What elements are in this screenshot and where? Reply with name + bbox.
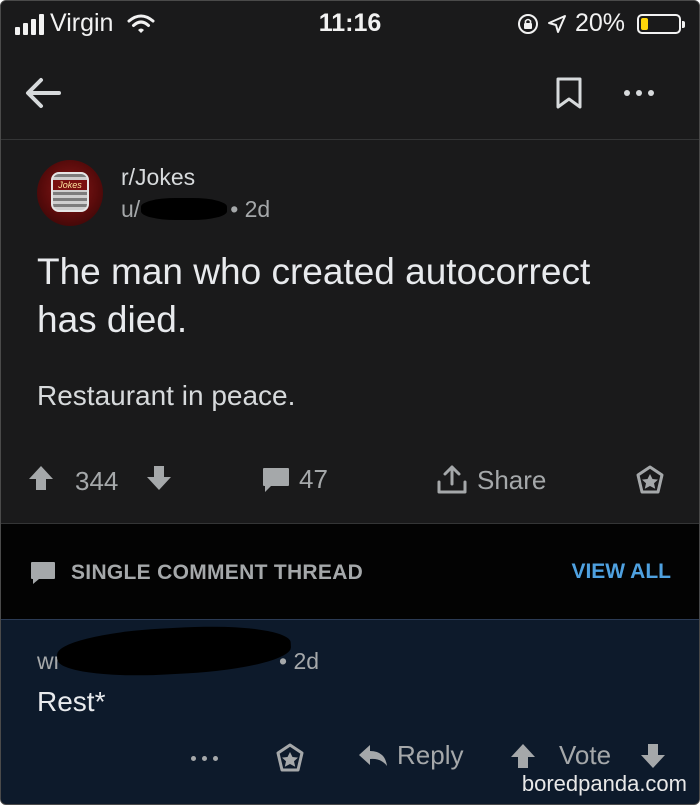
ellipsis-icon bbox=[624, 90, 654, 96]
save-post-button[interactable] bbox=[545, 69, 593, 117]
upvote-arrow-icon bbox=[29, 466, 53, 490]
more-options-button[interactable] bbox=[615, 69, 663, 117]
comment-count: 47 bbox=[299, 464, 328, 494]
reply-button[interactable]: Reply bbox=[357, 740, 463, 771]
watermark: boredpanda.com bbox=[521, 771, 687, 796]
award-icon bbox=[276, 743, 304, 772]
comment: wr • 2d Rest* Reply Vote boredpanda.com bbox=[1, 619, 699, 804]
avatar-label: Jokes bbox=[53, 180, 87, 190]
post-meta: u/ • 2d bbox=[121, 196, 270, 223]
redaction-mark bbox=[55, 621, 293, 681]
downvote-arrow-icon bbox=[641, 744, 665, 768]
downvote-arrow-icon bbox=[147, 466, 171, 490]
comments-button[interactable]: 47 bbox=[261, 464, 328, 495]
reply-label: Reply bbox=[397, 740, 464, 770]
battery-percent: 20% bbox=[574, 9, 625, 37]
award-button[interactable] bbox=[633, 464, 667, 498]
vote-label: Vote bbox=[559, 740, 612, 770]
bookmark-icon bbox=[556, 77, 582, 109]
rotation-lock-icon bbox=[517, 13, 538, 34]
share-label: Share bbox=[477, 464, 547, 495]
redaction-mark bbox=[141, 198, 227, 220]
comment-more-button[interactable] bbox=[191, 756, 218, 761]
app-screen: Virgin 11:16 20% Jokes r/Jokes u/ • 2d T… bbox=[0, 0, 700, 805]
comment-bubble-icon bbox=[263, 467, 289, 492]
award-icon bbox=[636, 465, 664, 494]
comment-award-button[interactable] bbox=[273, 742, 307, 783]
post-title: The man who created autocorrect has died… bbox=[37, 251, 591, 340]
share-icon bbox=[437, 465, 467, 494]
post-body: Restaurant in peace. bbox=[37, 380, 296, 411]
author-link[interactable]: u/ bbox=[121, 196, 227, 223]
share-button[interactable]: Share bbox=[435, 464, 546, 496]
comment-age: • 2d bbox=[279, 648, 320, 674]
author-name: u/ bbox=[121, 196, 141, 222]
downvote-button[interactable] bbox=[145, 464, 173, 492]
arrow-left-icon bbox=[26, 78, 61, 108]
post: Jokes r/Jokes u/ • 2d The man who create… bbox=[1, 140, 699, 522]
thread-label-text: SINGLE COMMENT THREAD bbox=[71, 561, 364, 584]
vote-score: 344 bbox=[75, 466, 119, 496]
post-age: • 2d bbox=[230, 196, 271, 222]
reply-arrow-icon bbox=[359, 744, 387, 766]
subreddit-link[interactable]: r/Jokes bbox=[121, 164, 195, 191]
thread-bar: SINGLE COMMENT THREAD VIEW ALL bbox=[1, 523, 699, 620]
upvote-arrow-icon bbox=[511, 744, 535, 768]
microphone-icon: Jokes bbox=[51, 172, 89, 212]
upvote-button[interactable] bbox=[27, 464, 55, 492]
subreddit-avatar[interactable]: Jokes bbox=[37, 160, 103, 226]
navigation-header bbox=[1, 47, 699, 140]
battery-icon bbox=[637, 13, 685, 34]
single-thread-label: SINGLE COMMENT THREAD bbox=[29, 560, 363, 586]
comment-bubble-icon bbox=[31, 562, 55, 584]
battery-fill bbox=[641, 17, 648, 30]
status-bar: Virgin 11:16 20% bbox=[1, 1, 699, 47]
view-all-button[interactable]: VIEW ALL bbox=[571, 560, 671, 584]
comment-text: Rest* bbox=[37, 686, 106, 717]
post-actions: 344 47 Share bbox=[1, 456, 699, 506]
back-button[interactable] bbox=[19, 69, 67, 117]
location-arrow-icon bbox=[547, 14, 566, 33]
